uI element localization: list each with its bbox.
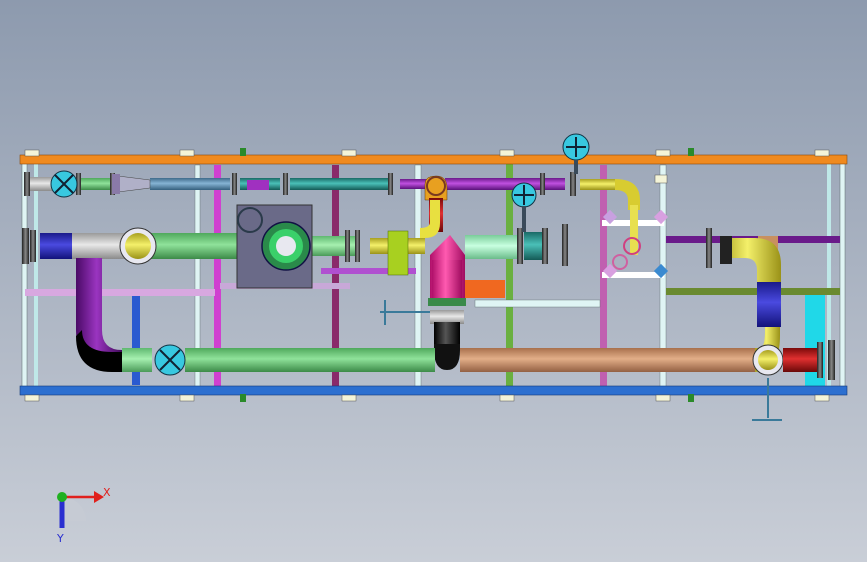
y-axis-label: Y	[56, 532, 64, 545]
butterfly-valve-icon[interactable]	[50, 170, 78, 198]
piping-skid-model[interactable]: X Y	[0, 0, 867, 562]
x-axis-label: X	[103, 486, 111, 499]
cad-viewport[interactable]: X Y	[0, 0, 867, 562]
handwheel-valve-icon[interactable]	[562, 133, 590, 174]
lower-butterfly-valve-icon[interactable]	[154, 344, 186, 376]
pump-housing[interactable]	[236, 204, 313, 289]
z-axis-origin	[57, 492, 67, 502]
gate-valve-icon[interactable]	[511, 182, 537, 232]
coordinate-triad: X Y	[56, 486, 111, 545]
